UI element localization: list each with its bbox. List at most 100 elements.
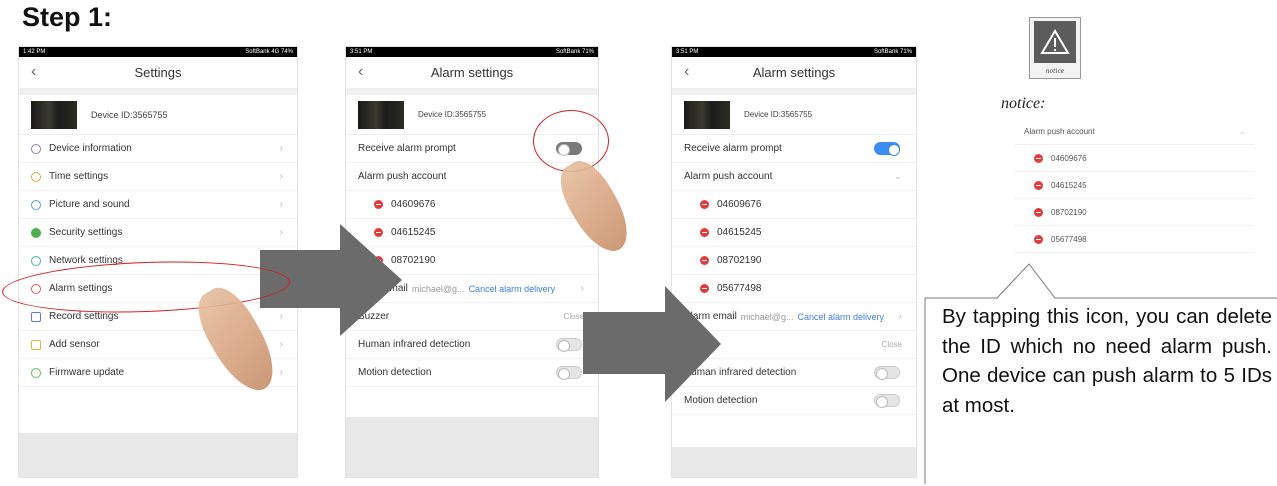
chevron-right-icon: › bbox=[279, 199, 283, 210]
empty-area bbox=[346, 417, 598, 477]
chevron-right-icon: › bbox=[279, 339, 283, 350]
chevron-down-icon: ⌄ bbox=[893, 171, 902, 182]
empty-area bbox=[19, 433, 297, 477]
human-infrared-toggle[interactable] bbox=[874, 366, 900, 380]
settings-item-label: Security settings bbox=[49, 227, 123, 238]
arrow-1-head-icon bbox=[340, 224, 402, 336]
nav-bar: ‹ Alarm settings bbox=[346, 57, 598, 89]
delete-icon[interactable] bbox=[1034, 234, 1043, 244]
settings-item-picture-and-sound[interactable]: Picture and sound › bbox=[19, 191, 297, 219]
arrow-2-head-icon bbox=[665, 286, 721, 402]
shield-icon bbox=[31, 227, 41, 238]
status-bar: 3:51 PM SoftBank 71% bbox=[346, 47, 598, 57]
motion-detection-toggle[interactable] bbox=[556, 366, 582, 380]
step-title: Step 1: bbox=[22, 2, 113, 32]
clock-icon bbox=[31, 171, 41, 182]
cancel-alarm-delivery-link[interactable]: Cancel alarm delivery bbox=[469, 284, 556, 294]
camera-thumbnail bbox=[684, 100, 730, 129]
camera-thumbnail bbox=[31, 100, 77, 129]
device-id: Device ID:3565755 bbox=[744, 110, 813, 119]
receive-alarm-prompt-label: Receive alarm prompt bbox=[684, 143, 782, 154]
delete-icon[interactable] bbox=[1034, 180, 1043, 190]
notice-push-account-panel: Alarm push account ⌄ 04609676 04615245 0… bbox=[1014, 118, 1254, 258]
chevron-right-icon: › bbox=[279, 227, 283, 238]
back-arrow-icon[interactable]: ‹ bbox=[358, 63, 363, 81]
delete-icon[interactable] bbox=[374, 200, 383, 209]
motion-detection-label: Motion detection bbox=[358, 367, 432, 378]
delete-icon[interactable] bbox=[700, 256, 709, 265]
status-indicators: SoftBank 4G 74% bbox=[245, 49, 293, 55]
panel-account-id: 05677498 bbox=[1051, 234, 1087, 244]
chevron-right-icon: › bbox=[279, 143, 283, 154]
nav-bar: ‹ Settings bbox=[19, 57, 297, 89]
panel-header-row[interactable]: Alarm push account ⌄ bbox=[1014, 118, 1254, 145]
panel-header-label: Alarm push account bbox=[1024, 126, 1095, 136]
back-arrow-icon[interactable]: ‹ bbox=[684, 63, 689, 81]
device-id: Device ID:3565755 bbox=[418, 110, 487, 119]
notice-icon-caption: notice bbox=[1045, 68, 1065, 75]
chevron-right-icon: › bbox=[898, 311, 902, 322]
chevron-right-icon: › bbox=[279, 367, 283, 378]
alarm-email-value: michael@g... bbox=[411, 283, 465, 294]
account-row: 04609676 bbox=[672, 191, 916, 219]
settings-item-security-settings[interactable]: Security settings › bbox=[19, 219, 297, 247]
delete-icon[interactable] bbox=[700, 228, 709, 237]
delete-icon[interactable] bbox=[700, 200, 709, 209]
page-title: Alarm settings bbox=[752, 65, 836, 80]
picture-icon bbox=[31, 199, 41, 210]
motion-detection-toggle[interactable] bbox=[874, 394, 900, 408]
account-row: 08702190 bbox=[672, 247, 916, 275]
settings-item-label: Time settings bbox=[49, 171, 109, 182]
status-indicators: SoftBank 71% bbox=[555, 49, 594, 55]
wifi-icon bbox=[31, 255, 41, 266]
alarm-push-account-row[interactable]: Alarm push account ⌄ bbox=[672, 163, 916, 191]
chevron-right-icon: › bbox=[279, 171, 283, 182]
back-arrow-icon[interactable]: ‹ bbox=[31, 63, 36, 81]
panel-account-row: 04615245 bbox=[1014, 172, 1254, 199]
panel-account-id: 08702190 bbox=[1051, 207, 1087, 217]
settings-item-label: Picture and sound bbox=[49, 199, 130, 210]
sensor-icon bbox=[31, 339, 41, 350]
alarm-push-account-label: Alarm push account bbox=[358, 171, 447, 182]
buzzer-value: Close bbox=[881, 340, 902, 349]
chevron-right-icon: › bbox=[279, 311, 283, 322]
receive-alarm-toggle[interactable] bbox=[874, 142, 900, 156]
settings-item-label: Add sensor bbox=[49, 339, 100, 350]
page-title: Settings bbox=[134, 65, 182, 80]
status-time: 1:42 PM bbox=[23, 49, 46, 55]
settings-item-label: Firmware update bbox=[49, 367, 125, 378]
panel-account-id: 04615245 bbox=[1051, 180, 1087, 190]
chevron-down-icon: ⌄ bbox=[1238, 125, 1246, 136]
device-id: Device ID:3565755 bbox=[91, 109, 168, 120]
phone-alarm-settings-on: 3:51 PM SoftBank 71% ‹ Alarm settings De… bbox=[671, 46, 917, 478]
account-id: 08702190 bbox=[717, 255, 762, 266]
receive-alarm-prompt-row: Receive alarm prompt bbox=[672, 135, 916, 163]
account-id: 04609676 bbox=[391, 199, 436, 210]
settings-item-label: Record settings bbox=[49, 311, 119, 322]
account-row: 04615245 bbox=[672, 219, 916, 247]
motion-detection-row: Motion detection bbox=[346, 359, 598, 387]
cancel-alarm-delivery-link[interactable]: Cancel alarm delivery bbox=[797, 312, 884, 322]
delete-icon[interactable] bbox=[1034, 153, 1043, 163]
camera-thumbnail bbox=[358, 100, 404, 129]
alarm-push-account-label: Alarm push account bbox=[684, 171, 773, 182]
human-infrared-toggle[interactable] bbox=[556, 338, 582, 352]
info-icon bbox=[31, 143, 41, 154]
status-indicators: SoftBank 71% bbox=[873, 49, 912, 55]
page-title: Alarm settings bbox=[430, 65, 514, 80]
panel-account-row: 08702190 bbox=[1014, 199, 1254, 226]
status-bar: 3:51 PM SoftBank 71% bbox=[672, 47, 916, 57]
nav-bar: ‹ Alarm settings bbox=[672, 57, 916, 89]
warning-icon bbox=[1034, 21, 1076, 63]
settings-item-time-settings[interactable]: Time settings › bbox=[19, 163, 297, 191]
receive-alarm-prompt-label: Receive alarm prompt bbox=[358, 143, 456, 154]
panel-account-row: 05677498 bbox=[1014, 226, 1254, 253]
delete-icon[interactable] bbox=[1034, 207, 1043, 217]
status-time: 3:51 PM bbox=[350, 49, 373, 55]
settings-item-device-information[interactable]: Device information › bbox=[19, 135, 297, 163]
chevron-right-icon: › bbox=[580, 283, 584, 294]
human-infrared-label: Human infrared detection bbox=[358, 339, 471, 350]
buzzer-value: Close bbox=[563, 312, 584, 321]
account-id: 05677498 bbox=[717, 283, 762, 294]
device-header: Device ID:3565755 bbox=[19, 95, 297, 135]
